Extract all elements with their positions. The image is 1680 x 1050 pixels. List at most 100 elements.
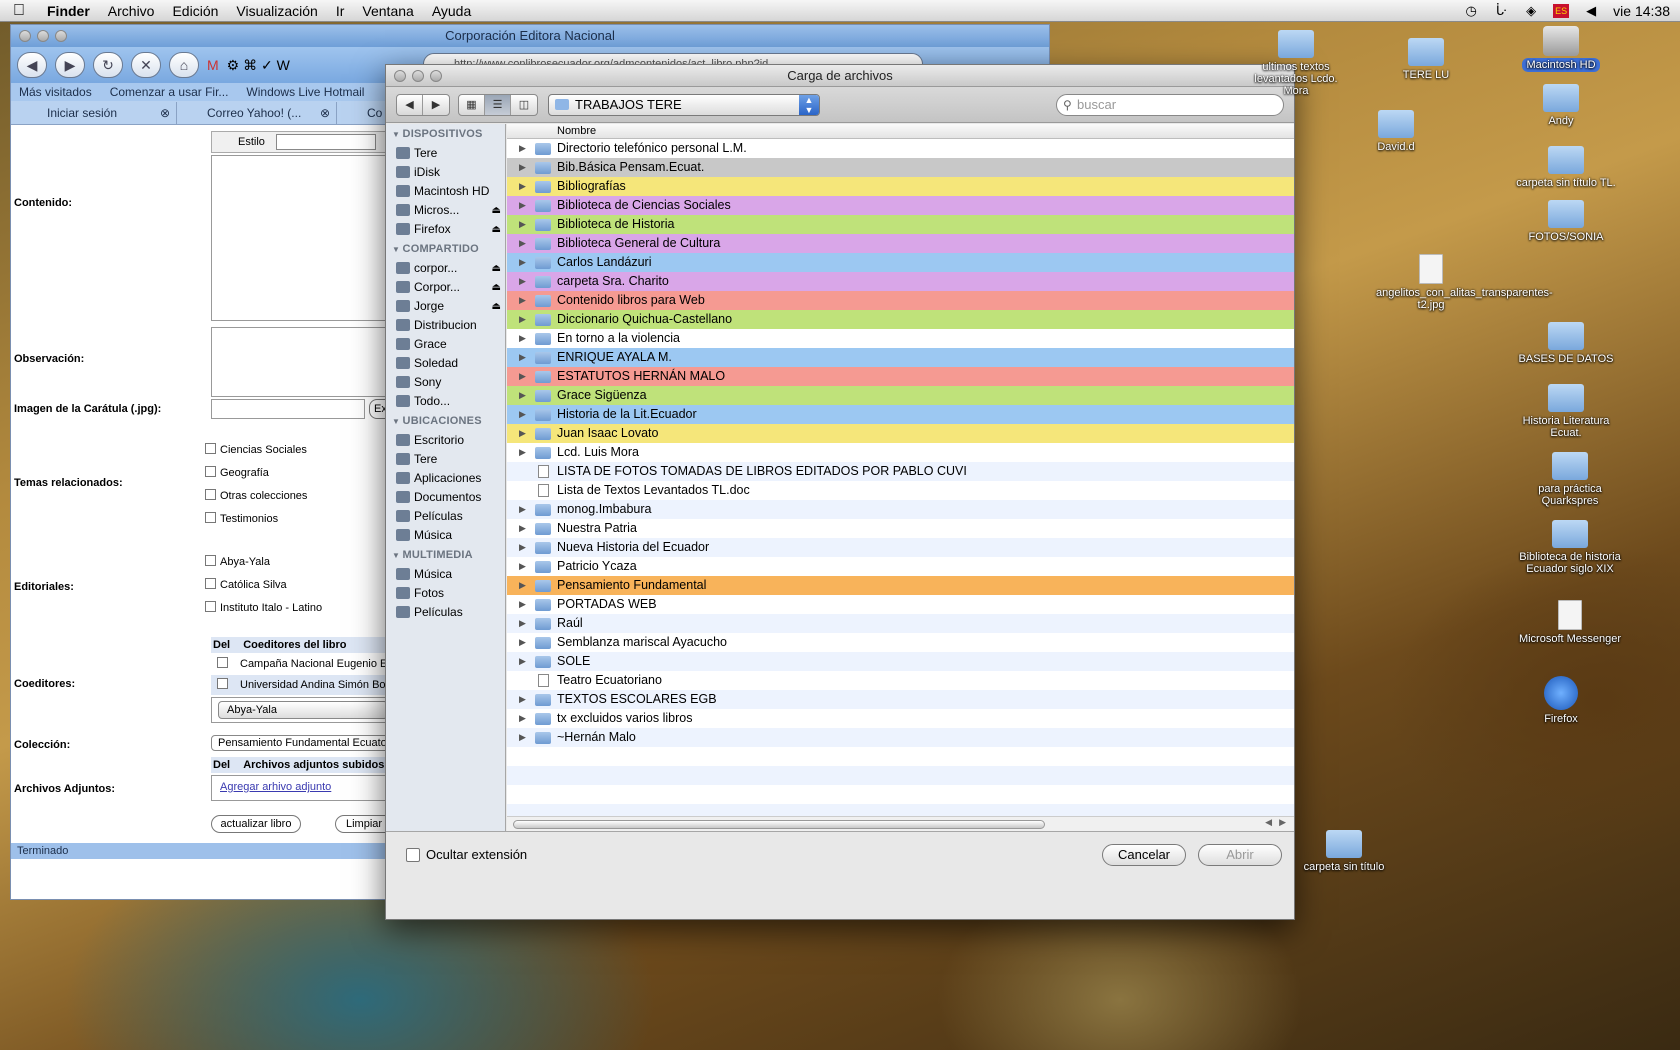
sidebar-item-place[interactable]: Música xyxy=(386,526,505,545)
tema-option[interactable]: Otras colecciones xyxy=(205,489,307,502)
sidebar-item-place[interactable]: Escritorio xyxy=(386,431,505,450)
disclosure-triangle-icon[interactable]: ▶ xyxy=(519,348,526,367)
checkbox[interactable] xyxy=(205,578,216,589)
menu-ir[interactable]: Ir xyxy=(327,3,354,19)
file-row[interactable]: Lista de Textos Levantados TL.doc xyxy=(507,481,1294,500)
disclosure-triangle-icon[interactable]: ▶ xyxy=(519,500,526,519)
tema-option[interactable]: Testimonios xyxy=(205,512,278,525)
disclosure-triangle-icon[interactable]: ▶ xyxy=(519,519,526,538)
zoom-button[interactable] xyxy=(430,70,442,82)
column-view-icon[interactable]: ◫ xyxy=(511,95,537,115)
file-row[interactable]: ▶ Pensamiento Fundamental xyxy=(507,576,1294,595)
minimize-button[interactable] xyxy=(37,30,49,42)
close-tab-icon[interactable]: ⊗ xyxy=(160,102,170,124)
coeditor-row[interactable]: Campaña Nacional Eugenio E xyxy=(217,657,387,670)
sidebar-item-device[interactable]: Tere xyxy=(386,144,505,163)
sidebar-item-device[interactable]: iDisk xyxy=(386,163,505,182)
disclosure-triangle-icon[interactable]: ▶ xyxy=(519,443,526,462)
menu-visualizacion[interactable]: Visualización xyxy=(227,3,326,19)
disclosure-triangle-icon[interactable]: ▶ xyxy=(519,405,526,424)
file-row[interactable]: ▶ Lcd. Luis Mora xyxy=(507,443,1294,462)
file-row[interactable]: ▶ Biblioteca General de Cultura xyxy=(507,234,1294,253)
volume-icon[interactable]: ◀ xyxy=(1583,4,1599,18)
contenido-textarea[interactable] xyxy=(211,155,391,321)
reload-icon[interactable]: ↻ xyxy=(93,52,123,78)
imagen-file-input[interactable] xyxy=(211,399,365,419)
scroll-left-icon[interactable]: ◀ xyxy=(1265,817,1272,828)
file-row[interactable]: ▶ PORTADAS WEB xyxy=(507,595,1294,614)
eject-icon[interactable]: ⏏ xyxy=(492,259,501,278)
file-row[interactable]: ▶ Juan Isaac Lovato xyxy=(507,424,1294,443)
file-row[interactable]: ▶ tx excluidos varios libros xyxy=(507,709,1294,728)
hide-extension-checkbox[interactable] xyxy=(406,848,420,862)
eject-icon[interactable]: ⏏ xyxy=(492,220,501,239)
disclosure-triangle-icon[interactable]: ▶ xyxy=(519,557,526,576)
eject-icon[interactable]: ⏏ xyxy=(492,278,501,297)
folder-popup[interactable]: TRABAJOS TERE ▲ ▼ xyxy=(548,94,820,116)
sidebar-item-media[interactable]: Música xyxy=(386,565,505,584)
checkbox[interactable] xyxy=(205,555,216,566)
gmail-icon[interactable]: M xyxy=(207,57,219,73)
tema-option[interactable]: Geografía xyxy=(205,466,269,479)
coleccion-select[interactable]: Pensamiento Fundamental Ecuato xyxy=(211,735,391,751)
bluetooth-icon[interactable]: ᒟ xyxy=(1493,4,1509,18)
sidebar-item-shared-computer[interactable]: Soledad xyxy=(386,354,505,373)
sidebar-item-device[interactable]: Micros... ⏏ xyxy=(386,201,505,220)
desktop-icon[interactable]: carpeta sin título TL. xyxy=(1511,146,1621,189)
disclosure-triangle-icon[interactable]: ▶ xyxy=(519,158,526,177)
sidebar-header-compartido[interactable]: COMPARTIDO xyxy=(392,243,505,255)
file-row[interactable]: ▶ ESTATUTOS HERNÁN MALO xyxy=(507,367,1294,386)
sidebar-item-media[interactable]: Fotos xyxy=(386,584,505,603)
disclosure-triangle-icon[interactable]: ▶ xyxy=(519,538,526,557)
sidebar-item-shared-computer[interactable]: Jorge ⏏ xyxy=(386,297,505,316)
desktop-icon[interactable]: ultimos textos levantados Lcdo. Mora xyxy=(1241,30,1351,97)
desktop-icon[interactable]: Macintosh HD xyxy=(1506,26,1616,72)
desktop-icon[interactable]: TERE LU xyxy=(1371,38,1481,81)
style-select[interactable] xyxy=(276,134,376,150)
minimize-button[interactable] xyxy=(412,70,424,82)
desktop-icon[interactable]: Biblioteca de historia Ecuador siglo XIX xyxy=(1515,520,1625,575)
disclosure-triangle-icon[interactable]: ▶ xyxy=(519,310,526,329)
sidebar-item-place[interactable]: Documentos xyxy=(386,488,505,507)
sidebar-item-device[interactable]: Firefox ⏏ xyxy=(386,220,505,239)
file-row[interactable]: ▶ Biblioteca de Ciencias Sociales xyxy=(507,196,1294,215)
desktop-icon[interactable]: angelitos_con_alitas_transparentes-t2.jp… xyxy=(1376,254,1553,311)
menu-edicion[interactable]: Edición xyxy=(163,3,227,19)
desktop-icon[interactable]: Microsoft Messenger xyxy=(1515,600,1625,645)
coeditor-row[interactable]: Universidad Andina Simón Bo xyxy=(217,678,386,691)
apple-menu-icon[interactable]:  xyxy=(0,2,38,20)
forward-arrow-icon[interactable]: ▶ xyxy=(423,95,449,115)
file-row[interactable]: ▶ Directorio telefónico personal L.M. xyxy=(507,139,1294,158)
scroll-right-icon[interactable]: ▶ xyxy=(1279,817,1286,828)
tema-option[interactable]: Ciencias Sociales xyxy=(205,443,307,456)
back-arrow-icon[interactable]: ◀ xyxy=(397,95,423,115)
file-row[interactable]: ▶ carpeta Sra. Charito xyxy=(507,272,1294,291)
coeditor-select[interactable]: Abya-Yala xyxy=(218,701,388,719)
eject-icon[interactable]: ⏏ xyxy=(492,201,501,220)
disclosure-triangle-icon[interactable]: ▶ xyxy=(519,177,526,196)
checkbox[interactable] xyxy=(205,443,216,454)
disclosure-triangle-icon[interactable]: ▶ xyxy=(519,367,526,386)
desktop-icon[interactable]: para práctica Quarkspres xyxy=(1515,452,1625,507)
menu-ventana[interactable]: Ventana xyxy=(353,3,422,19)
file-row[interactable]: ▶ Biblioteca de Historia xyxy=(507,215,1294,234)
checkbox[interactable] xyxy=(217,657,228,668)
disclosure-triangle-icon[interactable]: ▶ xyxy=(519,728,526,747)
file-row[interactable]: ▶ Diccionario Quichua-Castellano xyxy=(507,310,1294,329)
disclosure-triangle-icon[interactable]: ▶ xyxy=(519,652,526,671)
disclosure-triangle-icon[interactable]: ▶ xyxy=(519,329,526,348)
file-row[interactable]: ▶ Raúl xyxy=(507,614,1294,633)
disclosure-triangle-icon[interactable]: ▶ xyxy=(519,215,526,234)
checkbox[interactable] xyxy=(205,601,216,612)
sidebar-item-place[interactable]: Aplicaciones xyxy=(386,469,505,488)
scroll-thumb[interactable] xyxy=(513,820,1045,829)
bookmark-comenzar[interactable]: Comenzar a usar Fir... xyxy=(110,85,229,99)
menu-archivo[interactable]: Archivo xyxy=(99,3,164,19)
editorial-option[interactable]: Instituto Italo - Latino xyxy=(205,601,322,614)
desktop-icon[interactable]: Historia Literatura Ecuat. xyxy=(1511,384,1621,439)
sidebar-item-shared-computer[interactable]: Sony xyxy=(386,373,505,392)
cancel-button[interactable]: Cancelar xyxy=(1102,844,1186,866)
file-row[interactable]: ▶ ~Hernán Malo xyxy=(507,728,1294,747)
disclosure-triangle-icon[interactable]: ▶ xyxy=(519,386,526,405)
close-button[interactable] xyxy=(19,30,31,42)
